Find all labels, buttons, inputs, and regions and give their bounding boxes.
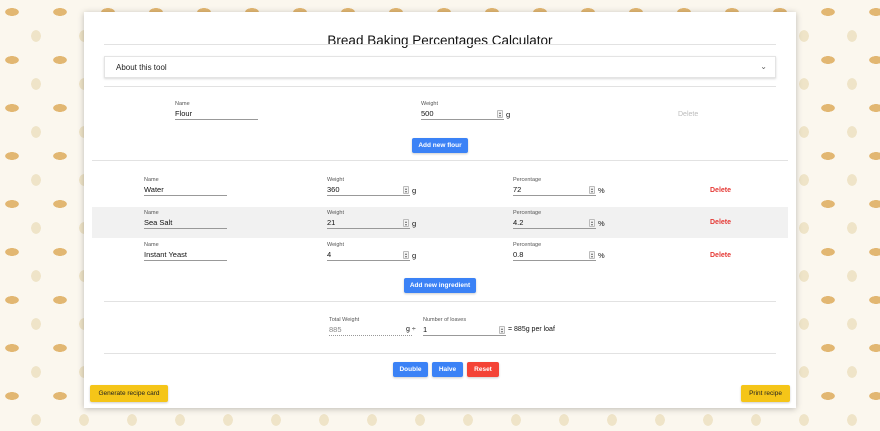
ingredient-weight-input[interactable]: 360	[327, 185, 410, 196]
reset-button[interactable]: Reset	[467, 362, 499, 377]
weight-unit: g	[412, 186, 417, 195]
print-recipe-button[interactable]: Print recipe	[741, 385, 790, 402]
weight-label: Weight	[327, 242, 345, 248]
flour-name-input[interactable]: Flour	[175, 109, 258, 120]
ingredient-weight-input[interactable]: 4	[327, 250, 410, 261]
flour-weight-unit: g	[506, 110, 511, 119]
ingredient-name-input[interactable]: Water	[144, 185, 227, 196]
percentage-label: Percentage	[513, 210, 542, 216]
divide-label: g ÷	[406, 326, 416, 333]
weight-label: Weight	[327, 177, 345, 183]
loaves-label: Number of loaves	[423, 317, 467, 323]
delete-ingredient-button[interactable]: Delete	[710, 187, 731, 194]
ingredient-percentage-input[interactable]: 72	[513, 185, 596, 196]
name-label: Name	[144, 242, 159, 248]
page-title: Bread Baking Percentages Calculator	[327, 33, 553, 48]
calculator-card: Bread Baking Percentages Calculator Abou…	[84, 12, 796, 408]
weight-stepper[interactable]: ▴ ▾	[403, 251, 409, 259]
percentage-stepper[interactable]: ▴ ▾	[589, 251, 595, 259]
ingredient-name-input[interactable]: Instant Yeast	[144, 250, 227, 261]
weight-label: Weight	[327, 210, 345, 216]
add-flour-button[interactable]: Add new flour	[412, 138, 468, 153]
chevron-down-icon: ⌄	[760, 62, 767, 71]
delete-ingredient-button[interactable]: Delete	[710, 252, 731, 259]
divider	[104, 86, 776, 87]
per-loaf-result: = 885g per loaf	[508, 326, 555, 333]
percentage-unit: %	[598, 251, 605, 260]
divider	[104, 301, 776, 302]
ingredient-percentage-input[interactable]: 0.8	[513, 250, 596, 261]
divider	[104, 44, 776, 45]
halve-button[interactable]: Halve	[432, 362, 463, 377]
weight-stepper[interactable]: ▴ ▾	[497, 110, 503, 118]
weight-unit: g	[412, 251, 417, 260]
percentage-stepper[interactable]: ▴ ▾	[589, 219, 595, 227]
ingredient-name-input[interactable]: Sea Salt	[144, 218, 227, 229]
delete-ingredient-button[interactable]: Delete	[710, 219, 731, 226]
flour-delete-button[interactable]: Delete	[678, 111, 698, 118]
percentage-unit: %	[598, 219, 605, 228]
about-accordion[interactable]: About this tool ⌄	[104, 56, 776, 78]
name-label: Name	[144, 210, 159, 216]
flour-weight-label: Weight	[421, 101, 439, 107]
loaves-stepper[interactable]: ▴ ▾	[499, 326, 505, 334]
weight-stepper[interactable]: ▴ ▾	[403, 219, 409, 227]
percentage-label: Percentage	[513, 177, 542, 183]
ingredient-weight-input[interactable]: 21	[327, 218, 410, 229]
loaves-input[interactable]: 1	[423, 325, 506, 336]
percentage-stepper[interactable]: ▴ ▾	[589, 186, 595, 194]
percentage-label: Percentage	[513, 242, 542, 248]
weight-unit: g	[412, 219, 417, 228]
name-label: Name	[144, 177, 159, 183]
flour-name-label: Name	[175, 101, 190, 107]
double-button[interactable]: Double	[393, 362, 428, 377]
flour-weight-input[interactable]: 500	[421, 109, 504, 120]
add-ingredient-button[interactable]: Add new ingredient	[404, 278, 476, 293]
generate-recipe-card-button[interactable]: Generate recipe card	[90, 385, 168, 402]
about-label: About this tool	[116, 63, 167, 72]
weight-stepper[interactable]: ▴ ▾	[403, 186, 409, 194]
total-weight-label: Total Weight	[329, 317, 360, 323]
ingredient-percentage-input[interactable]: 4.2	[513, 218, 596, 229]
divider	[92, 160, 788, 161]
divider	[104, 353, 776, 354]
percentage-unit: %	[598, 186, 605, 195]
total-weight-input: 885	[329, 325, 412, 336]
